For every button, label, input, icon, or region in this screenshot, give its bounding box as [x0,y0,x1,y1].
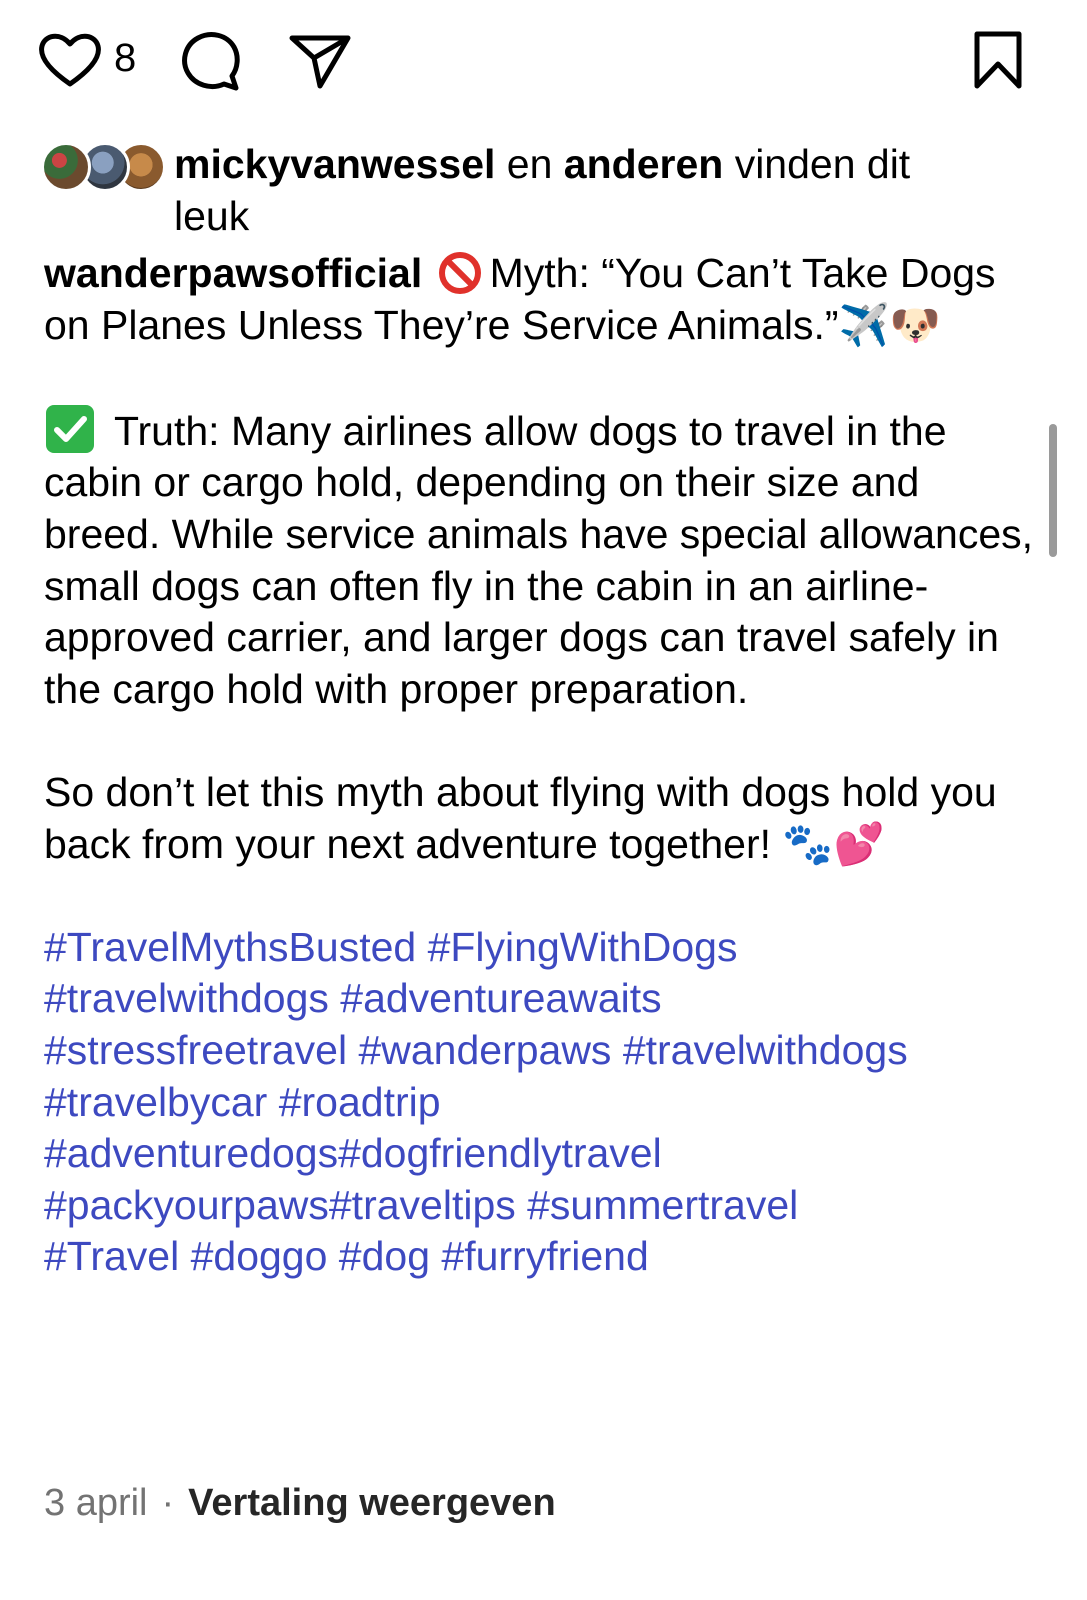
check-mark-icon [46,404,94,453]
paw-hearts-emojis: 🐾💕 [782,819,885,868]
like-count: 8 [114,35,137,80]
avatar [41,142,91,192]
caption-username[interactable]: wanderpawsofficial [44,250,422,296]
share-button[interactable] [288,30,352,90]
truth-text: Truth: Many airlines allow dogs to trave… [44,407,1034,712]
post-footer: 3 april · Vertaling weergeven [44,1478,556,1528]
bookmark-icon [974,31,1022,89]
hashtag-line[interactable]: #Travel #doggo #dog #furryfriend [44,1231,1034,1283]
truth-paragraph: Truth: Many airlines allow dogs to trave… [44,403,1034,716]
post-action-bar: 8 [38,30,1023,100]
save-button[interactable] [973,30,1023,90]
liker-username[interactable]: mickyvanwessel [174,141,495,187]
closing-paragraph: So don’t let this myth about flying with… [44,767,1034,870]
post-date: 3 april [44,1482,148,1524]
post-caption: wanderpawsofficial Myth: “You Can’t Take… [44,248,1034,1283]
myth-paragraph: wanderpawsofficial Myth: “You Can’t Take… [44,248,1034,351]
separator-dot: · [161,1482,175,1524]
hashtag-line[interactable]: #stressfreetravel #wanderpaws #travelwit… [44,1025,1034,1077]
scrollbar[interactable] [1049,424,1057,557]
hashtags[interactable]: #TravelMythsBusted #FlyingWithDogs #trav… [44,922,1034,1283]
comment-icon [182,32,240,91]
likes-summary[interactable]: mickyvanwessel en anderen vinden dit leu… [41,138,984,242]
hashtag-line[interactable]: #travelbycar #roadtrip [44,1077,1034,1129]
liker-avatars[interactable] [41,142,166,192]
heart-icon [39,33,101,87]
like-button[interactable]: 8 [38,30,136,90]
show-translation-link[interactable]: Vertaling weergeven [188,1482,556,1524]
hashtag-line[interactable]: #travelwithdogs #adventureawaits [44,973,1034,1025]
myth-emojis: ✈️🐶 [838,300,941,349]
hashtag-line[interactable]: #TravelMythsBusted #FlyingWithDogs [44,922,1034,974]
hashtag-line[interactable]: #packyourpaws#traveltips #summertravel [44,1180,1034,1232]
comment-button[interactable] [180,30,242,92]
others-link[interactable]: anderen [564,141,724,187]
no-entry-icon [438,252,481,294]
share-icon [289,35,351,89]
likes-text: mickyvanwessel en anderen vinden dit leu… [174,141,911,239]
hashtag-line[interactable]: #adventuredogs#dogfriendlytravel [44,1128,1034,1180]
